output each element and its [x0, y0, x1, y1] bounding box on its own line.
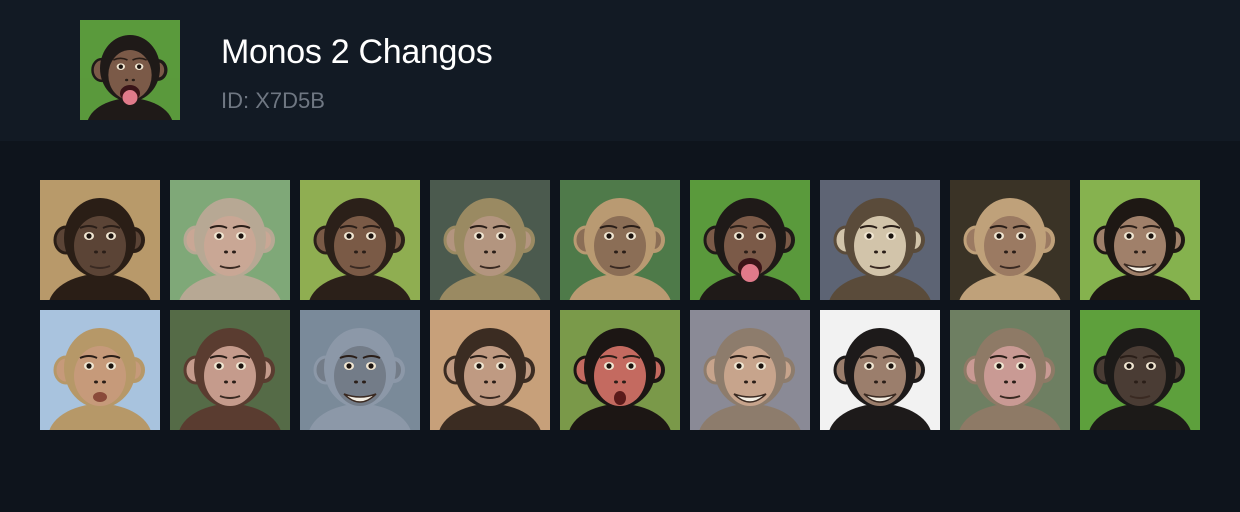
capuchin-bearded-icon — [820, 180, 940, 300]
chimp-raising-hands-icon — [1080, 310, 1200, 430]
macaque-fangs-icon — [690, 310, 810, 430]
chimp-tongue-out-icon — [690, 180, 810, 300]
gallery-item-macaque-serious[interactable] — [430, 180, 550, 300]
gallery-item-chimp-with-flower[interactable] — [40, 180, 160, 300]
gallery-item-macaque-wide-eyed[interactable] — [950, 310, 1070, 430]
gallery-item-chimp-tongue-out[interactable] — [690, 180, 810, 300]
macaque-waving-icon — [170, 180, 290, 300]
capuchin-at-table-icon — [950, 180, 1070, 300]
chimp-big-smile-icon — [820, 310, 940, 430]
young-chimp-icon — [430, 310, 550, 430]
profile-title: Monos 2 Changos — [221, 33, 493, 71]
spider-monkey-surprised-icon — [560, 310, 680, 430]
gallery-item-chimp-thinking[interactable] — [300, 180, 420, 300]
gallery-item-chimp-raising-hands[interactable] — [1080, 310, 1200, 430]
chimp-tongue-out-avatar-icon — [80, 20, 180, 120]
gallery-item-macaque-waving[interactable] — [170, 180, 290, 300]
profile-avatar[interactable] — [80, 20, 180, 120]
gallery-item-capuchin-sleepy[interactable] — [560, 180, 680, 300]
chimp-laughing-icon — [1080, 180, 1200, 300]
macaque-serious-icon — [430, 180, 550, 300]
profile-header: Monos 2 Changos ID: X7D5B — [0, 0, 1240, 141]
gallery-item-capuchin-at-table[interactable] — [950, 180, 1070, 300]
gallery-item-spider-monkey-surprised[interactable] — [560, 310, 680, 430]
gallery-item-macaque-fangs[interactable] — [690, 310, 810, 430]
macaque-wide-eyed-icon — [950, 310, 1070, 430]
gallery-item-young-macaque-staring[interactable] — [170, 310, 290, 430]
gallery-item-macaque-kissy-face[interactable] — [40, 310, 160, 430]
macaque-kissy-face-icon — [40, 310, 160, 430]
chimp-thinking-icon — [300, 180, 420, 300]
gallery-item-chimp-laughing[interactable] — [1080, 180, 1200, 300]
image-gallery — [40, 180, 1200, 430]
profile-id: ID: X7D5B — [221, 88, 325, 113]
gallery-item-chimp-big-smile[interactable] — [820, 310, 940, 430]
capuchin-sleepy-icon — [560, 180, 680, 300]
gray-monkey-grinning-icon — [300, 310, 420, 430]
gallery-item-gray-monkey-grinning[interactable] — [300, 310, 420, 430]
gallery-item-capuchin-bearded[interactable] — [820, 180, 940, 300]
chimp-with-flower-icon — [40, 180, 160, 300]
gallery-item-young-chimp[interactable] — [430, 310, 550, 430]
young-macaque-staring-icon — [170, 310, 290, 430]
